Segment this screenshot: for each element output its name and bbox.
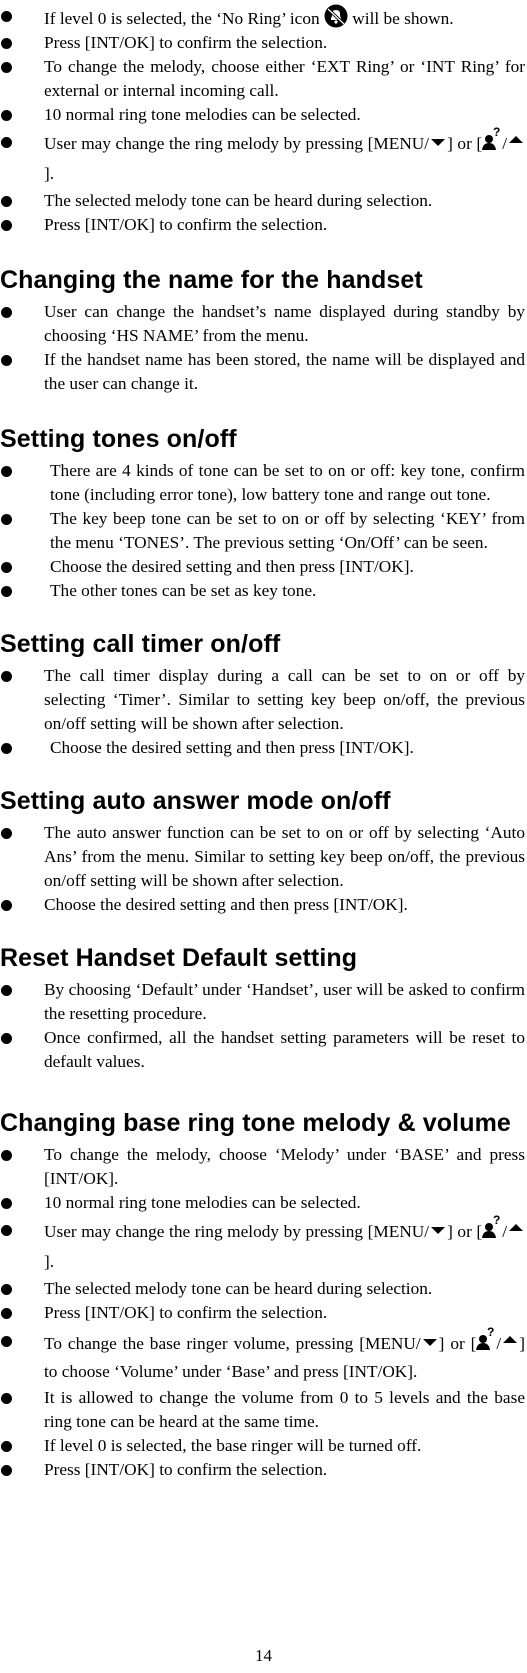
- list-item: It is allowed to change the volume from …: [0, 1386, 527, 1434]
- list-item: To change the melody, choose either ‘EXT…: [0, 55, 527, 103]
- list-item: Press [INT/OK] to confirm the selection.: [0, 1301, 527, 1325]
- list-item: Once confirmed, all the handset setting …: [0, 1026, 527, 1074]
- bullet-icon: [1, 900, 12, 911]
- bullet-icon: [1, 62, 12, 73]
- up-triangle-icon: [509, 136, 523, 143]
- down-triangle-icon: [431, 139, 446, 146]
- bullet-icon: [1, 562, 12, 573]
- bullet-icon: [1, 307, 12, 318]
- list-item: 10 normal ring tone melodies can be sele…: [0, 1191, 527, 1215]
- section-base-ring: Changing base ring tone melody & volume …: [0, 1108, 527, 1482]
- list-item: Choose the desired setting and then pres…: [0, 893, 527, 917]
- svg-text:?: ?: [493, 1215, 500, 1227]
- bullet-icon: [1, 514, 12, 525]
- no-ring-bell-icon: [324, 4, 348, 28]
- bullet-icon: [1, 828, 12, 839]
- bullet-icon: [1, 1465, 12, 1476]
- section-list: The call timer display during a call can…: [0, 664, 527, 760]
- section-list: By choosing ‘Default’ under ‘Handset’, u…: [0, 978, 527, 1074]
- section-list: User can change the handset’s name displ…: [0, 300, 527, 396]
- down-triangle-icon: [422, 1339, 437, 1346]
- list-item: Choose the desired setting and then pres…: [0, 555, 527, 579]
- bullet-icon: [1, 1284, 12, 1295]
- bullet-icon: [1, 196, 12, 207]
- list-item: To change the base ringer volume, pressi…: [0, 1327, 527, 1386]
- list-item: Press [INT/OK] to confirm the selection.: [0, 213, 527, 237]
- list-item: If the handset name has been stored, the…: [0, 348, 527, 396]
- bullet-icon: [1, 1198, 12, 1209]
- section-handset-name: Changing the name for the handset User c…: [0, 265, 527, 396]
- list-item: User may change the ring melody by press…: [0, 127, 527, 189]
- svg-text:?: ?: [487, 1327, 494, 1339]
- section-heading: Changing the name for the handset: [0, 266, 423, 294]
- section-tones: Setting tones on/off There are 4 kinds o…: [0, 424, 527, 603]
- list-item: The selected melody tone can be heard du…: [0, 1277, 527, 1301]
- bullet-icon: [1, 1336, 12, 1347]
- list-item: Press [INT/OK] to confirm the selection.: [0, 31, 527, 55]
- section-reset-default: Reset Handset Default setting By choosin…: [0, 943, 527, 1074]
- bullet-icon: [1, 38, 12, 49]
- bullet-icon: [1, 110, 12, 121]
- svg-text:?: ?: [493, 127, 500, 139]
- section-list: There are 4 kinds of tone can be set to …: [0, 459, 527, 603]
- list-item: User can change the handset’s name displ…: [0, 300, 527, 348]
- list-item: By choosing ‘Default’ under ‘Handset’, u…: [0, 978, 527, 1026]
- bullet-icon: [1, 586, 12, 597]
- list-item: The auto answer function can be set to o…: [0, 821, 527, 893]
- person-question-icon: ?: [482, 1215, 501, 1238]
- section-auto-answer: Setting auto answer mode on/off The auto…: [0, 786, 527, 917]
- section-list: To change the melody, choose ‘Melody’ un…: [0, 1143, 527, 1482]
- bullet-icon: [1, 137, 12, 148]
- list-item: Choose the desired setting and then pres…: [0, 736, 527, 760]
- section-call-timer: Setting call timer on/off The call timer…: [0, 629, 527, 760]
- bullet-icon: [1, 1150, 12, 1161]
- bullet-icon: [1, 466, 12, 477]
- bullet-icon: [1, 11, 12, 22]
- list-item: If level 0 is selected, the base ringer …: [0, 1434, 527, 1458]
- up-triangle-icon: [503, 1336, 518, 1343]
- down-triangle-icon: [431, 1227, 446, 1234]
- list-item: Press [INT/OK] to confirm the selection.: [0, 1458, 527, 1482]
- list-item: 10 normal ring tone melodies can be sele…: [0, 103, 527, 127]
- bullet-icon: [1, 1441, 12, 1452]
- bullet-icon: [1, 1033, 12, 1044]
- list-item: The key beep tone can be set to on or of…: [0, 507, 527, 555]
- list-item: To change the melody, choose ‘Melody’ un…: [0, 1143, 527, 1191]
- bullet-icon: [1, 985, 12, 996]
- section-heading: Reset Handset Default setting: [0, 944, 358, 972]
- bullet-icon: [1, 1225, 12, 1236]
- bullet-icon: [1, 1393, 12, 1404]
- section-heading: Setting auto answer mode on/off: [0, 787, 391, 815]
- bullet-icon: [1, 355, 12, 366]
- section-heading: Setting call timer on/off: [0, 630, 281, 658]
- section-heading: Changing base ring tone melody & volume: [0, 1109, 511, 1137]
- bullet-icon: [1, 220, 12, 231]
- bullet-icon: [1, 743, 12, 754]
- list-item: The call timer display during a call can…: [0, 664, 527, 736]
- list-item: The other tones can be set as key tone.: [0, 579, 527, 603]
- list-item: If level 0 is selected, the ‘No Ring’ ic…: [0, 4, 527, 31]
- person-question-icon: ?: [476, 1327, 495, 1350]
- ring-melody-list: If level 0 is selected, the ‘No Ring’ ic…: [0, 4, 527, 237]
- bullet-icon: [1, 671, 12, 682]
- section-list: The auto answer function can be set to o…: [0, 821, 527, 917]
- bullet-icon: [1, 1308, 12, 1319]
- list-item: User may change the ring melody by press…: [0, 1215, 527, 1277]
- person-question-icon: ?: [482, 127, 501, 150]
- section-heading: Setting tones on/off: [0, 425, 237, 453]
- list-item: There are 4 kinds of tone can be set to …: [0, 459, 527, 507]
- page-number: 14: [255, 1646, 272, 1665]
- list-item: The selected melody tone can be heard du…: [0, 189, 527, 213]
- up-triangle-icon: [509, 1224, 523, 1231]
- manual-page: If level 0 is selected, the ‘No Ring’ ic…: [0, 0, 527, 1482]
